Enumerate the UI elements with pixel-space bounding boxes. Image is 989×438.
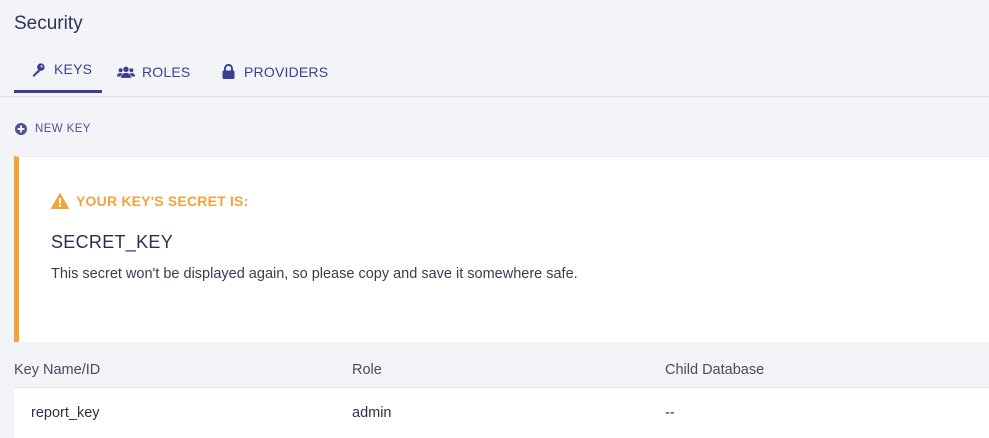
table-header: Key Name/ID Role Child Database (14, 362, 989, 382)
warning-icon (51, 193, 69, 209)
tab-roles-label: ROLES (142, 63, 191, 80)
column-header-child-database: Child Database (665, 362, 765, 378)
secret-alert: YOUR KEY'S SECRET IS: SECRET_KEY This se… (14, 156, 989, 342)
tab-keys-label: KEYS (54, 61, 93, 77)
column-header-role: Role (352, 362, 382, 378)
tab-providers[interactable]: PROVIDERS (219, 48, 328, 95)
users-icon (117, 64, 135, 80)
secret-key-value: SECRET_KEY (51, 232, 174, 252)
alert-heading-text: YOUR KEY'S SECRET IS: (76, 193, 249, 209)
alert-heading: YOUR KEY'S SECRET IS: (51, 193, 248, 209)
lock-icon (219, 64, 237, 80)
table-row[interactable]: report_key admin -- (14, 387, 989, 438)
alert-message: This secret won't be displayed again, so… (51, 266, 578, 282)
new-key-label: NEW KEY (35, 123, 91, 135)
plus-circle-icon (15, 123, 27, 135)
tab-keys[interactable]: KEYS (14, 48, 102, 93)
page-title: Security (14, 13, 83, 34)
cell-role: admin (352, 405, 392, 421)
cell-key-name: report_key (31, 405, 100, 421)
tab-roles[interactable]: ROLES (117, 48, 190, 95)
key-icon (29, 61, 47, 77)
column-header-key-name: Key Name/ID (14, 362, 101, 378)
cell-child-database: -- (665, 405, 675, 421)
new-key-button[interactable]: NEW KEY (15, 123, 91, 135)
tab-providers-label: PROVIDERS (244, 63, 329, 80)
tab-bar: KEYS ROLES PROVIDERS (0, 48, 989, 97)
security-page: Security KEYS ROLES PROVIDERS NEW KEY YO… (0, 0, 989, 438)
